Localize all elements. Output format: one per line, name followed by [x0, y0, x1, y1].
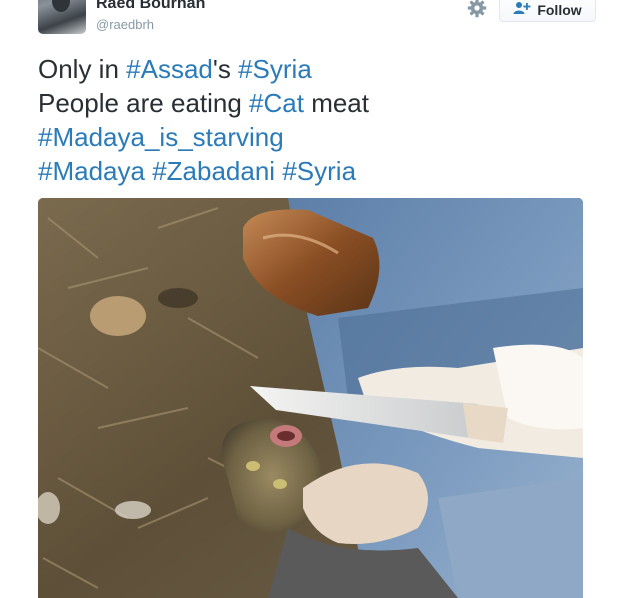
- hashtag-cat[interactable]: #Cat: [249, 88, 304, 118]
- tweet: Raed Bourhan @raedbrh Follow Only in #As…: [0, 0, 640, 598]
- hashtag-zabadani[interactable]: #Zabadani: [152, 156, 275, 186]
- text-segment: People are eating: [38, 88, 250, 118]
- user-name[interactable]: Raed Bourhan: [96, 0, 205, 14]
- person-plus-icon: [513, 1, 531, 20]
- tweet-line: #Madaya #Zabadani #Syria: [38, 154, 598, 188]
- avatar[interactable]: [38, 0, 86, 34]
- tweet-line: Only in #Assad's #Syria: [38, 52, 598, 86]
- tweet-line: #Madaya_is_starving: [38, 120, 598, 154]
- gear-icon[interactable]: [466, 0, 488, 19]
- media-photo: [38, 198, 583, 598]
- tweet-line: People are eating #Cat meat: [38, 86, 598, 120]
- hashtag-syria[interactable]: #Syria: [238, 54, 312, 84]
- text-segment: meat: [303, 88, 369, 118]
- hashtag-syria[interactable]: #Syria: [282, 156, 356, 186]
- follow-label: Follow: [537, 2, 582, 18]
- follow-button[interactable]: Follow: [499, 0, 596, 22]
- hashtag-madaya-is-starving[interactable]: #Madaya_is_starving: [38, 122, 284, 152]
- text-segment: Only in: [38, 54, 127, 84]
- tweet-text: Only in #Assad's #Syria People are eatin…: [38, 52, 598, 188]
- text-segment: 's: [212, 54, 239, 84]
- tweet-media[interactable]: [38, 198, 583, 598]
- hashtag-madaya[interactable]: #Madaya: [38, 156, 145, 186]
- user-handle[interactable]: @raedbrh: [96, 17, 154, 33]
- hashtag-assad[interactable]: #Assad: [126, 54, 213, 84]
